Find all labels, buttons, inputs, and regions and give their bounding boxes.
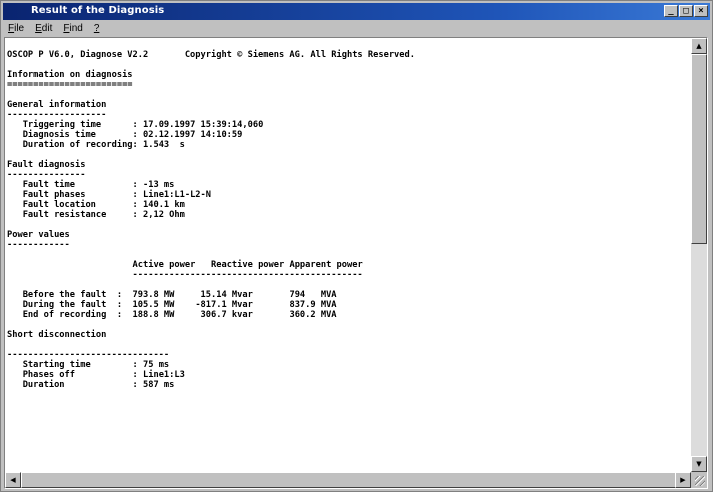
section-fault-underline: --------------- — [7, 170, 86, 180]
resize-grip[interactable] — [691, 472, 707, 488]
separator: : — [132, 140, 143, 150]
section-general-heading: General information — [7, 100, 107, 110]
section-short-underline: ------------------------------- — [7, 350, 170, 360]
power-row-reactive: 306.7 kvar — [195, 310, 269, 320]
fault-row-label: Fault resistance — [7, 210, 133, 220]
fault-row-value: Line1:L1-L2-N — [143, 190, 211, 200]
horizontal-scrollbar[interactable]: ◀ ▶ — [5, 472, 691, 488]
section-power-underline: ------------ — [7, 240, 70, 250]
power-row-reactive: -817.1 Mvar — [195, 300, 269, 310]
power-table-rule: ----------------------------------------… — [132, 270, 363, 280]
power-row-active: 793.8 MW — [132, 290, 175, 300]
fault-row-value: -13 ms — [143, 180, 175, 190]
power-row-label: During the fault — [7, 300, 117, 310]
menu-edit[interactable]: Edit — [35, 23, 52, 34]
scroll-up-arrow-icon[interactable]: ▲ — [691, 38, 707, 54]
separator: : — [116, 290, 133, 300]
separator: : — [132, 370, 143, 380]
general-rows: Triggering time : 17.09.1997 15:39:14,06… — [7, 120, 264, 150]
general-row-value: 1.543 s — [143, 140, 185, 150]
separator: : — [116, 300, 133, 310]
window-controls: _ □ × — [664, 5, 708, 17]
separator: : — [132, 130, 143, 140]
minimize-button[interactable]: _ — [664, 5, 678, 17]
short-row-value: 587 ms — [143, 380, 175, 390]
report-header: OSCOP P V6.0, Diagnose V2.2 Copyright © … — [7, 50, 415, 60]
separator: : — [132, 180, 143, 190]
power-col-reactive: Reactive power — [211, 260, 285, 270]
fault-row-label: Fault phases — [7, 190, 133, 200]
fault-row-label: Fault location — [7, 200, 133, 210]
section-info-underline: ======================== — [7, 80, 133, 90]
section-info-heading: Information on diagnosis — [7, 70, 133, 80]
scroll-right-arrow-icon[interactable]: ▶ — [675, 472, 691, 488]
general-row-label: Triggering time — [7, 120, 133, 130]
section-fault-heading: Fault diagnosis — [7, 160, 86, 170]
separator: : — [132, 360, 143, 370]
report-text: OSCOP P V6.0, Diagnose V2.2 Copyright © … — [5, 38, 691, 390]
general-row-label: Diagnosis time — [7, 130, 133, 140]
report-area[interactable]: OSCOP P V6.0, Diagnose V2.2 Copyright © … — [4, 37, 708, 489]
power-table: Active power Reactive power Apparent pow… — [7, 260, 363, 320]
maximize-button[interactable]: □ — [679, 5, 693, 17]
separator: : — [116, 310, 133, 320]
general-row-value: 17.09.1997 15:39:14,060 — [143, 120, 264, 130]
fault-rows: Fault time : -13 ms Fault phases : Line1… — [7, 180, 211, 220]
close-button[interactable]: × — [694, 5, 708, 17]
short-row-value: 75 ms — [143, 360, 170, 370]
short-row-label: Phases off — [7, 370, 133, 380]
power-col-active: Active power — [132, 260, 196, 270]
section-short-heading: Short disconnection — [7, 330, 107, 340]
short-row-label: Starting time — [7, 360, 133, 370]
power-col-apparent: Apparent power — [289, 260, 363, 270]
power-row-label: End of recording — [7, 310, 117, 320]
separator: : — [132, 210, 143, 220]
report-content[interactable]: OSCOP P V6.0, Diagnose V2.2 Copyright © … — [5, 38, 691, 471]
resize-grip-icon — [695, 476, 705, 486]
menu-find[interactable]: Find — [63, 23, 82, 34]
fault-row-label: Fault time — [7, 180, 133, 190]
short-row-value: Line1:L3 — [143, 370, 185, 380]
separator: : — [132, 200, 143, 210]
separator: : — [132, 120, 143, 130]
section-power-heading: Power values — [7, 230, 70, 240]
power-row-reactive: 15.14 Mvar — [195, 290, 269, 300]
separator: : — [132, 380, 143, 390]
general-row-value: 02.12.1997 14:10:59 — [143, 130, 243, 140]
menu-help[interactable]: ? — [94, 23, 100, 34]
power-row-apparent: 837.9 MVA — [289, 300, 337, 310]
separator: : — [132, 190, 143, 200]
horizontal-scroll-thumb[interactable] — [21, 472, 676, 488]
menu-bar: File Edit Find ? — [3, 21, 710, 36]
vertical-scroll-thumb[interactable] — [691, 54, 707, 244]
scroll-left-arrow-icon[interactable]: ◀ — [5, 472, 21, 488]
power-row-active: 105.5 MW — [132, 300, 175, 310]
short-row-label: Duration — [7, 380, 133, 390]
window-title: Result of the Diagnosis — [31, 5, 165, 16]
title-bar[interactable]: Result of the Diagnosis _ □ × — [3, 3, 710, 20]
power-row-apparent: 360.2 MVA — [289, 310, 337, 320]
general-row-label: Duration of recording — [7, 140, 133, 150]
power-row-apparent: 794 MVA — [289, 290, 337, 300]
diagnosis-window: Result of the Diagnosis _ □ × File Edit … — [0, 0, 713, 492]
scroll-down-arrow-icon[interactable]: ▼ — [691, 456, 707, 472]
section-general-underline: ------------------- — [7, 110, 107, 120]
short-rows: Starting time : 75 ms Phases off : Line1… — [7, 360, 185, 390]
power-row-active: 188.8 MW — [132, 310, 175, 320]
menu-file[interactable]: File — [8, 23, 24, 34]
power-row-label: Before the fault — [7, 290, 117, 300]
vertical-scrollbar[interactable]: ▲ ▼ — [691, 38, 707, 472]
fault-row-value: 2,12 Ohm — [143, 210, 185, 220]
fault-row-value: 140.1 km — [143, 200, 185, 210]
